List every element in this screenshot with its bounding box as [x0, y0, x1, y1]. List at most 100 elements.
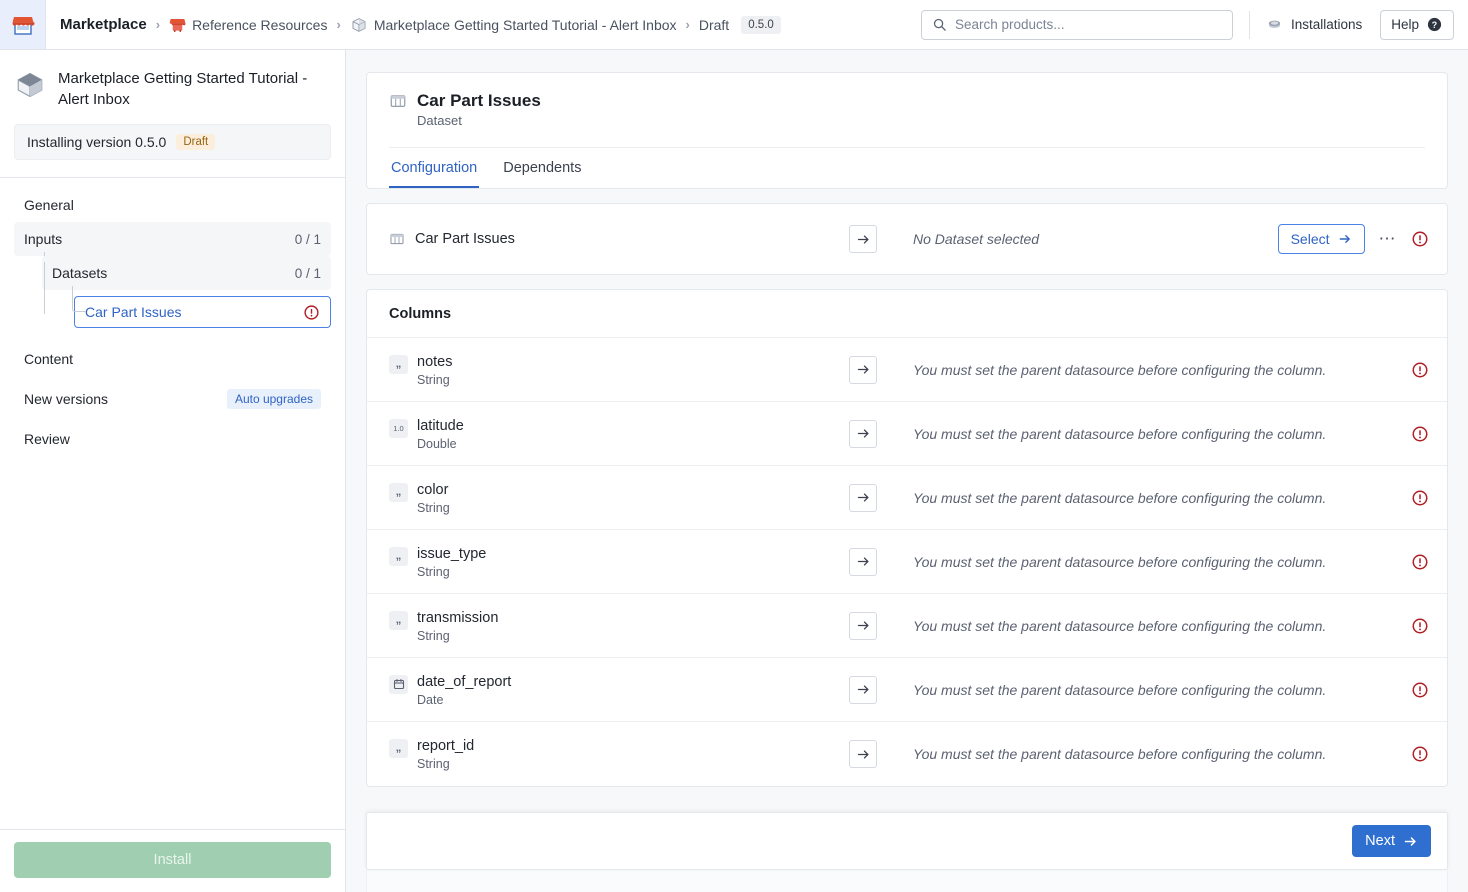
- breadcrumb-separator: ›: [685, 17, 690, 32]
- next-button[interactable]: Next: [1352, 825, 1431, 857]
- column-error-message: You must set the parent datasource befor…: [913, 425, 1327, 442]
- column-identity: „ notes String: [389, 353, 849, 387]
- column-error-message: You must set the parent datasource befor…: [913, 489, 1327, 506]
- column-row: date_of_report Date You must set the paren…: [367, 658, 1447, 722]
- next-button-label: Next: [1365, 833, 1395, 849]
- sidebar-item-general[interactable]: General: [14, 188, 331, 222]
- breadcrumb-item-draft[interactable]: Draft: [699, 17, 729, 33]
- breadcrumb-separator: ›: [155, 17, 161, 32]
- sidebar-item-inputs[interactable]: Inputs 0 / 1: [14, 222, 331, 256]
- sidebar-item-content[interactable]: Content: [14, 342, 331, 376]
- columns-list: „ notes String You must set the parent data…: [367, 338, 1447, 786]
- column-name: date_of_report: [417, 673, 512, 690]
- column-identity: 1.0 latitude Double: [389, 417, 849, 451]
- column-mapping-arrow-button[interactable]: [849, 611, 877, 640]
- column-row: 1.0 latitude Double You must set the parent…: [367, 402, 1447, 466]
- marketplace-logo[interactable]: [0, 0, 46, 49]
- column-mapping-arrow-button[interactable]: [849, 547, 877, 576]
- column-row: „ color String You must set the parent data…: [367, 466, 1447, 530]
- sidebar-item-review[interactable]: Review: [14, 422, 331, 456]
- arrow-right-icon: [857, 429, 868, 438]
- install-button[interactable]: Install: [14, 842, 331, 878]
- column-name: transmission: [417, 609, 499, 626]
- dataset-row-label: Car Part Issues: [415, 231, 515, 247]
- help-label: Help: [1391, 17, 1419, 32]
- sidebar-item-label: New versions: [24, 391, 109, 407]
- arrow-right-icon: [857, 493, 868, 502]
- dataset-table-icon: [390, 233, 404, 245]
- arrow-right-icon: [857, 365, 868, 374]
- help-button[interactable]: Help ?: [1380, 9, 1454, 40]
- tab-configuration[interactable]: Configuration: [389, 148, 480, 188]
- column-name: issue_type: [417, 545, 487, 562]
- sidebar-item-new-versions[interactable]: New versions Auto upgrades: [14, 382, 331, 416]
- calendar-icon: [389, 674, 408, 694]
- select-button[interactable]: Select: [1277, 224, 1365, 254]
- package-box-icon: [17, 72, 43, 98]
- breadcrumb-item-product[interactable]: Marketplace Getting Started Tutorial - A…: [350, 16, 677, 34]
- installations-label: Installations: [1290, 17, 1363, 32]
- breadcrumb-item-reference-resources[interactable]: Reference Resources: [169, 17, 327, 33]
- search-input[interactable]: [954, 17, 1222, 32]
- sidebar-item-datasets[interactable]: Datasets 0 / 1: [42, 256, 331, 290]
- column-type: String: [417, 757, 450, 771]
- column-mapping-arrow-button[interactable]: [849, 483, 877, 512]
- wizard-footer: Next: [366, 812, 1448, 870]
- storefront-icon: [169, 19, 186, 32]
- column-mapping-arrow-button[interactable]: [849, 675, 877, 704]
- column-error-message: You must set the parent datasource befor…: [913, 553, 1327, 570]
- breadcrumb-root[interactable]: Marketplace: [60, 16, 147, 33]
- tab-bar: Configuration Dependents: [389, 147, 1425, 188]
- dataset-table-icon: [390, 95, 406, 107]
- package-box-icon: [352, 17, 366, 32]
- main-content: Car Part Issues Dataset Configuration De…: [346, 50, 1468, 892]
- dataset-mapping-arrow-button[interactable]: [849, 225, 877, 253]
- dataset-status-text: No Dataset selected: [913, 231, 1040, 247]
- column-row: „ report_id String You must set the parent …: [367, 722, 1447, 786]
- search-icon: [933, 18, 946, 31]
- installations-button[interactable]: Installations: [1266, 16, 1362, 33]
- column-mapping-arrow-button[interactable]: [849, 419, 877, 448]
- tab-dependents[interactable]: Dependents: [501, 148, 583, 188]
- installing-version-label: Installing version 0.5.0: [27, 134, 167, 150]
- arrow-right-icon: [857, 557, 868, 566]
- column-error-message: You must set the parent datasource befor…: [913, 617, 1327, 634]
- installations-icon: [1268, 20, 1281, 29]
- column-mapping-arrow-button[interactable]: [849, 355, 877, 384]
- column-type: String: [417, 500, 450, 515]
- breadcrumb: Marketplace › Reference Resources › Mark…: [46, 15, 781, 34]
- error-circle-icon: [303, 304, 320, 321]
- auto-upgrades-badge: Auto upgrades: [226, 389, 321, 409]
- error-circle-icon: [1411, 489, 1429, 507]
- status-badge: Draft: [176, 134, 216, 150]
- quote-icon: „: [389, 610, 408, 630]
- quote-icon: „: [389, 739, 408, 758]
- columns-card: Columns „ notes String You must set the par…: [366, 289, 1448, 787]
- breadcrumb-item-label: Marketplace Getting Started Tutorial - A…: [373, 16, 677, 33]
- column-text: latitude Double: [417, 417, 464, 451]
- toolbar-divider: [1248, 10, 1250, 39]
- dataset-row: Car Part Issues No Dataset selected Sele…: [367, 204, 1447, 274]
- column-identity: „ issue_type String: [389, 545, 849, 579]
- arrow-right-icon: [857, 234, 868, 244]
- column-text: issue_type String: [417, 545, 486, 579]
- breadcrumb-separator: ›: [336, 17, 341, 32]
- sidebar-item-count: 0 / 1: [294, 231, 321, 247]
- column-identity: „ report_id String: [389, 737, 849, 771]
- column-row: „ notes String You must set the parent data…: [367, 338, 1447, 402]
- quote-icon: „: [389, 354, 408, 374]
- column-text: transmission String: [417, 609, 498, 643]
- sidebar-item-car-part-issues[interactable]: Car Part Issues: [74, 296, 331, 328]
- error-circle-icon: [1411, 681, 1429, 699]
- column-mapping-arrow-button[interactable]: [849, 740, 877, 768]
- column-type: String: [417, 372, 450, 387]
- dataset-header-card: Car Part Issues Dataset Configuration De…: [366, 72, 1448, 189]
- tree-connector: [72, 286, 86, 312]
- error-circle-icon: [1411, 425, 1429, 443]
- error-circle-icon: [1411, 617, 1429, 635]
- search-box[interactable]: [920, 9, 1233, 40]
- sidebar: Marketplace Getting Started Tutorial - A…: [0, 50, 346, 892]
- ellipsis-icon[interactable]: ⋯: [1379, 230, 1398, 247]
- sidebar-product-header: Marketplace Getting Started Tutorial - A…: [0, 50, 345, 110]
